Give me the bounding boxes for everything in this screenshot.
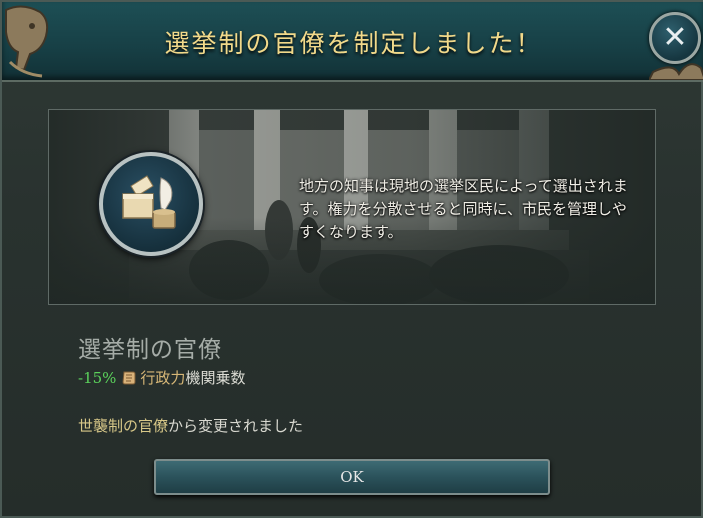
- scroll-icon: [122, 371, 136, 384]
- modifier-keyword: 行政力: [140, 369, 186, 387]
- previous-policy-name: 世襲制の官僚: [78, 417, 169, 435]
- change-note: 世襲制の官僚から変更されました: [78, 415, 303, 436]
- policy-name: 選挙制の官僚: [78, 337, 222, 363]
- close-button[interactable]: ✕: [649, 12, 701, 64]
- modifier-description: 機関乗数: [185, 369, 246, 387]
- modifier-value: -15%: [78, 368, 117, 387]
- scene-panel: 地方の知事は現地の選挙区民によって選出されます。権力を分散させると同時に、市民を…: [48, 109, 656, 305]
- close-icon: ✕: [662, 20, 688, 55]
- ballot-box-quill-icon: [122, 175, 176, 229]
- policy-description: 地方の知事は現地の選挙区民によって選出されます。権力を分散させると同時に、市民を…: [299, 177, 628, 241]
- policy-modifier: -15% 行政力 機関乗数: [78, 367, 245, 388]
- change-note-text: から変更されました: [168, 417, 304, 435]
- policy-enacted-dialog: 選挙制の官僚を制定しました！ ✕ 地方の知事は現地の選挙区民によって選出されます…: [0, 0, 703, 518]
- policy-medallion: [99, 152, 203, 256]
- dialog-title: 選挙制の官僚を制定しました！: [164, 29, 543, 58]
- dialog-titlebar: 選挙制の官僚を制定しました！ ✕: [2, 2, 703, 82]
- ok-button[interactable]: OK: [154, 459, 550, 495]
